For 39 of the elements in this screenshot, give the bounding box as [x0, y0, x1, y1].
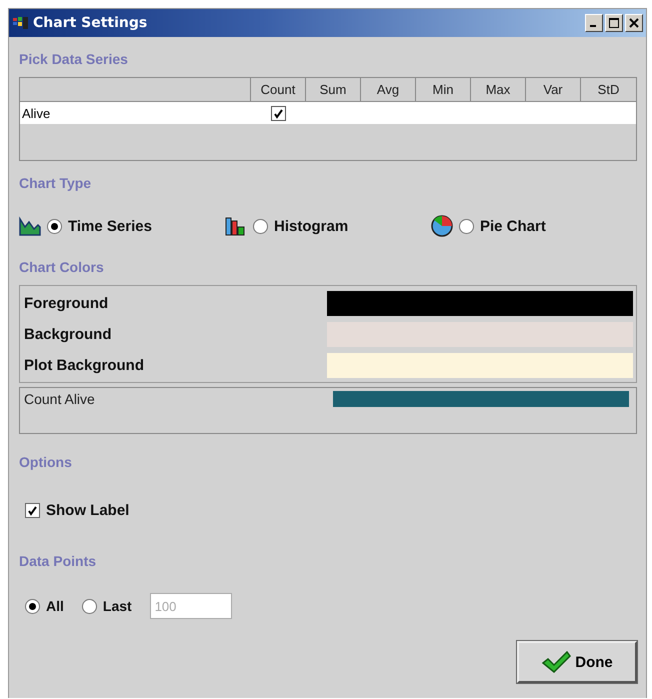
section-heading: Pick Data Series [19, 51, 129, 67]
radio-label: Histogram [274, 218, 348, 234]
radio-button[interactable] [253, 218, 268, 234]
minimize-button[interactable] [585, 14, 603, 32]
series-label: Count Alive [24, 391, 96, 407]
radio-label: All [46, 598, 64, 614]
maximize-button[interactable] [605, 14, 623, 32]
color-label: Plot Background [24, 357, 146, 374]
section-heading: Data Points [19, 553, 98, 569]
bar-chart-icon [225, 216, 247, 236]
minimize-icon [590, 25, 596, 27]
maximize-icon [609, 18, 619, 28]
area-chart-icon [19, 216, 41, 236]
table-cell-text: Alive [21, 104, 52, 122]
pie-chart-icon [431, 215, 453, 237]
color-label: Background [24, 326, 113, 343]
color-swatch[interactable] [333, 391, 629, 407]
radio-button[interactable] [25, 598, 40, 614]
section-heading: Chart Colors [19, 259, 105, 275]
checkbox[interactable] [271, 106, 286, 120]
checkbox-label: Show Label [46, 502, 130, 519]
checkmark-icon [541, 651, 572, 673]
color-swatch[interactable] [327, 353, 633, 378]
radio-label: Last [102, 598, 132, 614]
section-heading: Chart Type [19, 175, 92, 191]
radio-label: Pie Chart [480, 218, 546, 234]
app-icon [13, 16, 29, 30]
radio-label: Time Series [68, 218, 152, 234]
radio-button[interactable] [82, 598, 97, 614]
done-button[interactable]: Done [517, 641, 637, 683]
section-heading: Options [19, 454, 73, 470]
close-icon [629, 18, 639, 28]
window-title: Chart Settings [33, 15, 148, 31]
color-swatch[interactable] [327, 291, 633, 316]
checkbox[interactable] [25, 503, 40, 518]
radio-button[interactable] [47, 218, 62, 234]
radio-button[interactable] [459, 218, 474, 234]
close-button[interactable] [625, 14, 643, 32]
color-label: Foreground [24, 295, 110, 312]
